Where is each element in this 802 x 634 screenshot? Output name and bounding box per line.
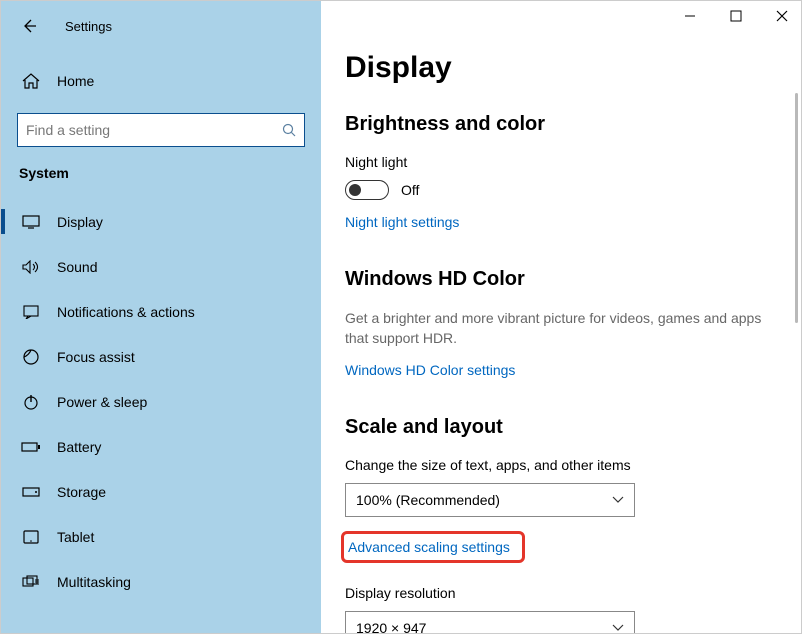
sidebar-item-focus-assist[interactable]: Focus assist [1,334,321,379]
storage-icon [21,487,41,497]
notifications-icon [21,305,41,319]
chevron-down-icon [612,496,624,504]
sidebar-item-label: Tablet [57,529,94,545]
night-light-toggle[interactable] [345,180,389,200]
sidebar-item-display[interactable]: Display [1,199,321,244]
sidebar-item-notifications[interactable]: Notifications & actions [1,289,321,334]
section-label: System [1,147,321,191]
scale-value: 100% (Recommended) [356,492,500,508]
sidebar-item-tablet[interactable]: Tablet [1,514,321,559]
multitasking-icon [21,575,41,589]
hd-description: Get a brighter and more vibrant picture … [345,309,767,348]
resolution-value: 1920 × 947 [356,620,426,633]
nav-list: Display Sound Notifications & actions Fo… [1,199,321,604]
sidebar: Settings Home System Display [1,1,321,633]
sidebar-item-label: Notifications & actions [57,304,195,320]
back-arrow-icon [21,18,37,34]
main-panel: Display Brightness and color Night light… [321,1,801,633]
power-icon [21,394,41,410]
home-icon [21,73,41,89]
page-title: Display [345,51,767,85]
close-button[interactable] [773,7,791,25]
resolution-label: Display resolution [345,585,767,601]
sidebar-item-label: Display [57,214,103,230]
tablet-icon [21,530,41,544]
sidebar-item-label: Sound [57,259,97,275]
brightness-group-title: Brightness and color [345,113,767,136]
home-label: Home [57,73,94,89]
advanced-scaling-link[interactable]: Advanced scaling settings [348,539,510,555]
minimize-button[interactable] [681,7,699,25]
sidebar-item-label: Power & sleep [57,394,147,410]
hd-group-title: Windows HD Color [345,268,767,291]
scale-label: Change the size of text, apps, and other… [345,457,767,473]
search-input[interactable] [26,122,282,138]
sidebar-item-sound[interactable]: Sound [1,244,321,289]
chevron-down-icon [612,624,624,632]
maximize-button[interactable] [727,7,745,25]
sound-icon [21,260,41,274]
scale-dropdown[interactable]: 100% (Recommended) [345,483,635,517]
night-light-settings-link[interactable]: Night light settings [345,214,459,230]
focus-assist-icon [21,349,41,365]
sidebar-item-multitasking[interactable]: Multitasking [1,559,321,604]
resolution-dropdown[interactable]: 1920 × 947 [345,611,635,633]
search-icon [282,123,296,137]
scrollbar[interactable] [795,93,798,323]
home-nav[interactable]: Home [1,61,321,101]
sidebar-item-power[interactable]: Power & sleep [1,379,321,424]
back-button[interactable] [19,16,39,36]
display-icon [21,215,41,229]
highlight-annotation: Advanced scaling settings [341,531,525,563]
night-light-state: Off [401,182,419,198]
battery-icon [21,441,41,453]
sidebar-item-storage[interactable]: Storage [1,469,321,514]
hd-color-settings-link[interactable]: Windows HD Color settings [345,362,515,378]
search-box[interactable] [17,113,305,147]
scale-group-title: Scale and layout [345,416,767,439]
sidebar-item-label: Focus assist [57,349,135,365]
sidebar-item-label: Multitasking [57,574,131,590]
app-title: Settings [65,19,112,34]
night-light-label: Night light [345,154,767,170]
sidebar-item-label: Storage [57,484,106,500]
sidebar-item-label: Battery [57,439,101,455]
sidebar-item-battery[interactable]: Battery [1,424,321,469]
